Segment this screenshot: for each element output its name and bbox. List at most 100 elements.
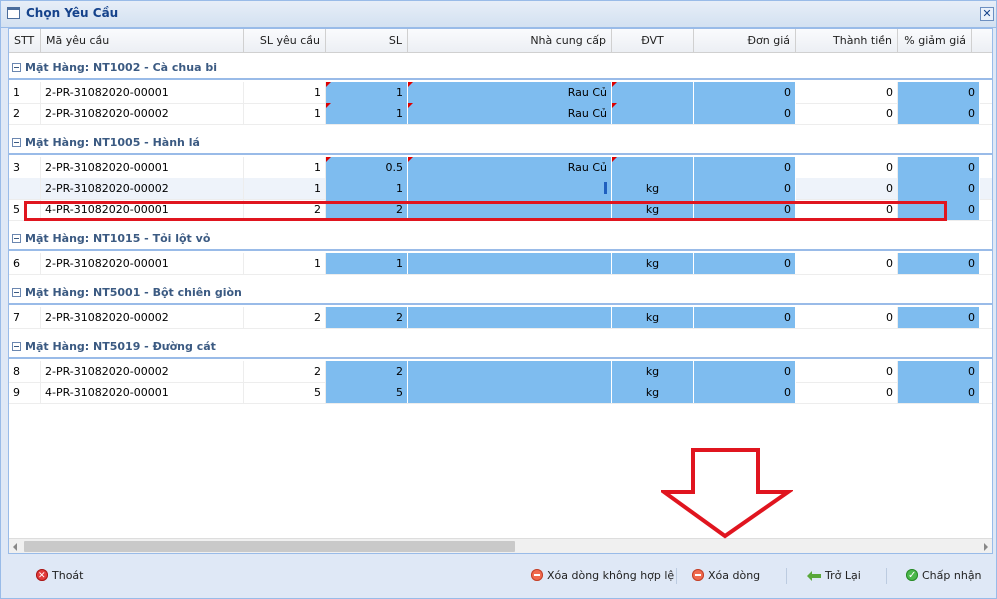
cell-unit-price[interactable]: 0	[694, 307, 796, 328]
delete-row-button[interactable]: Xóa dòng	[692, 566, 760, 586]
delete-invalid-rows-button[interactable]: Xóa dòng không hợp lệ	[531, 566, 674, 586]
cell-qty[interactable]: 1	[326, 253, 408, 274]
cell-discount[interactable]: 0	[898, 382, 980, 403]
cell-unit-price[interactable]: 0	[694, 382, 796, 403]
collapse-icon[interactable]	[12, 138, 21, 147]
window-title: Chọn Yêu Cầu	[26, 6, 119, 20]
cell-supplier[interactable]	[408, 361, 612, 382]
cell-discount[interactable]: 0	[898, 361, 980, 382]
exit-button[interactable]: Thoát	[36, 566, 83, 586]
col-requested-qty[interactable]: SL yêu cầu	[244, 29, 326, 52]
table-row[interactable]: 1 2-PR-31082020-00001 1 1 Rau Củ 0 0 0	[9, 82, 992, 104]
cell-unit[interactable]: kg	[612, 361, 694, 382]
collapse-icon[interactable]	[12, 288, 21, 297]
close-circle-icon	[36, 566, 48, 586]
cell-stt: 9	[9, 382, 41, 403]
cell-qty[interactable]: 1	[326, 178, 408, 199]
cell-unit-price[interactable]: 0	[694, 157, 796, 178]
col-discount[interactable]: % giảm giá	[898, 29, 972, 52]
table-row[interactable]: 2-PR-31082020-00002 1 1 kg 0 0 0	[9, 178, 992, 200]
col-qty[interactable]: SL	[326, 29, 408, 52]
cell-unit[interactable]	[612, 82, 694, 103]
back-label: Trở Lại	[825, 569, 861, 582]
minus-circle-icon	[692, 569, 704, 581]
cell-amount: 0	[796, 253, 898, 274]
cell-supplier[interactable]: Rau Củ	[408, 103, 612, 124]
accept-button[interactable]: Chấp nhận	[906, 566, 982, 586]
col-amount[interactable]: Thành tiền	[796, 29, 898, 52]
group-header[interactable]: Mặt Hàng: NT1005 - Hành lá	[9, 132, 992, 155]
down-arrow-annotation-icon	[661, 448, 793, 539]
cell-qty[interactable]: 2	[326, 361, 408, 382]
cell-unit[interactable]: kg	[612, 178, 694, 199]
cell-supplier[interactable]: Rau Củ	[408, 157, 612, 178]
cell-requested-qty: 1	[244, 82, 326, 103]
collapse-icon[interactable]	[12, 342, 21, 351]
cell-unit[interactable]	[612, 157, 694, 178]
col-supplier[interactable]: Nhà cung cấp	[408, 29, 612, 52]
cell-discount[interactable]: 0	[898, 103, 980, 124]
cell-request-code: 2-PR-31082020-00001	[41, 157, 244, 178]
cell-qty[interactable]: 2	[326, 307, 408, 328]
cell-discount[interactable]: 0	[898, 82, 980, 103]
cell-stt: 7	[9, 307, 41, 328]
cell-discount[interactable]: 0	[898, 253, 980, 274]
scroll-left-icon[interactable]	[13, 543, 17, 551]
table-row[interactable]: 6 2-PR-31082020-00001 1 1 kg 0 0 0	[9, 253, 992, 275]
cell-unit[interactable]: kg	[612, 307, 694, 328]
cell-supplier[interactable]	[408, 382, 612, 403]
table-row[interactable]: 9 4-PR-31082020-00001 5 5 kg 0 0 0	[9, 382, 992, 404]
scroll-right-icon[interactable]	[984, 543, 988, 551]
collapse-icon[interactable]	[12, 63, 21, 72]
title-bar: Chọn Yêu Cầu ✕	[1, 1, 996, 28]
cell-unit[interactable]: kg	[612, 253, 694, 274]
group-header[interactable]: Mặt Hàng: NT1002 - Cà chua bi	[9, 57, 992, 80]
cell-unit-price[interactable]: 0	[694, 103, 796, 124]
col-request-code[interactable]: Mã yêu cầu	[41, 29, 244, 52]
cell-supplier[interactable]: Rau Củ	[408, 82, 612, 103]
table-row[interactable]: 3 2-PR-31082020-00001 1 0.5 Rau Củ 0 0 0	[9, 157, 992, 179]
choose-request-window: Chọn Yêu Cầu ✕ STT Mã yêu cầu SL yêu cầu…	[0, 0, 997, 599]
cell-supplier[interactable]	[408, 307, 612, 328]
col-unit[interactable]: ĐVT	[612, 29, 694, 52]
cell-unit-price[interactable]: 0	[694, 361, 796, 382]
cell-amount: 0	[796, 361, 898, 382]
cell-discount[interactable]: 0	[898, 178, 980, 199]
col-unit-price[interactable]: Đơn giá	[694, 29, 796, 52]
cell-stt: 3	[9, 157, 41, 178]
back-button[interactable]: Trở Lại	[807, 566, 861, 586]
group-label: Mặt Hàng: NT1015 - Tỏi lột vỏ	[25, 232, 211, 245]
delete-invalid-label: Xóa dòng không hợp lệ	[547, 569, 675, 582]
cell-discount[interactable]: 0	[898, 307, 980, 328]
cell-stt: 1	[9, 82, 41, 103]
check-circle-icon	[906, 566, 918, 586]
cell-requested-qty: 2	[244, 361, 326, 382]
highlight-box	[24, 201, 947, 221]
cell-qty[interactable]: 1	[326, 103, 408, 124]
collapse-icon[interactable]	[12, 234, 21, 243]
cell-unit[interactable]	[612, 103, 694, 124]
close-icon[interactable]: ✕	[980, 7, 994, 21]
scroll-thumb[interactable]	[24, 541, 515, 552]
table-row[interactable]: 8 2-PR-31082020-00002 2 2 kg 0 0 0	[9, 361, 992, 383]
cell-unit-price[interactable]: 0	[694, 82, 796, 103]
table-row[interactable]: 7 2-PR-31082020-00002 2 2 kg 0 0 0	[9, 307, 992, 329]
col-stt[interactable]: STT	[9, 29, 41, 52]
table-row[interactable]: 2 2-PR-31082020-00002 1 1 Rau Củ 0 0 0	[9, 103, 992, 125]
group-header[interactable]: Mặt Hàng: NT1015 - Tỏi lột vỏ	[9, 228, 992, 251]
cell-unit[interactable]: kg	[612, 382, 694, 403]
grid-header: STT Mã yêu cầu SL yêu cầu SL Nhà cung cấ…	[9, 29, 992, 53]
cell-supplier[interactable]	[408, 178, 612, 199]
cell-discount[interactable]: 0	[898, 157, 980, 178]
cell-unit-price[interactable]: 0	[694, 178, 796, 199]
horizontal-scrollbar[interactable]	[9, 538, 992, 553]
exit-label: Thoát	[52, 569, 84, 582]
cell-qty[interactable]: 0.5	[326, 157, 408, 178]
group-header[interactable]: Mặt Hàng: NT5019 - Đường cát	[9, 336, 992, 359]
cell-unit-price[interactable]: 0	[694, 253, 796, 274]
cell-qty[interactable]: 5	[326, 382, 408, 403]
cell-supplier[interactable]	[408, 253, 612, 274]
group-header[interactable]: Mặt Hàng: NT5001 - Bột chiên giòn	[9, 282, 992, 305]
accept-label: Chấp nhận	[922, 569, 982, 582]
cell-qty[interactable]: 1	[326, 82, 408, 103]
